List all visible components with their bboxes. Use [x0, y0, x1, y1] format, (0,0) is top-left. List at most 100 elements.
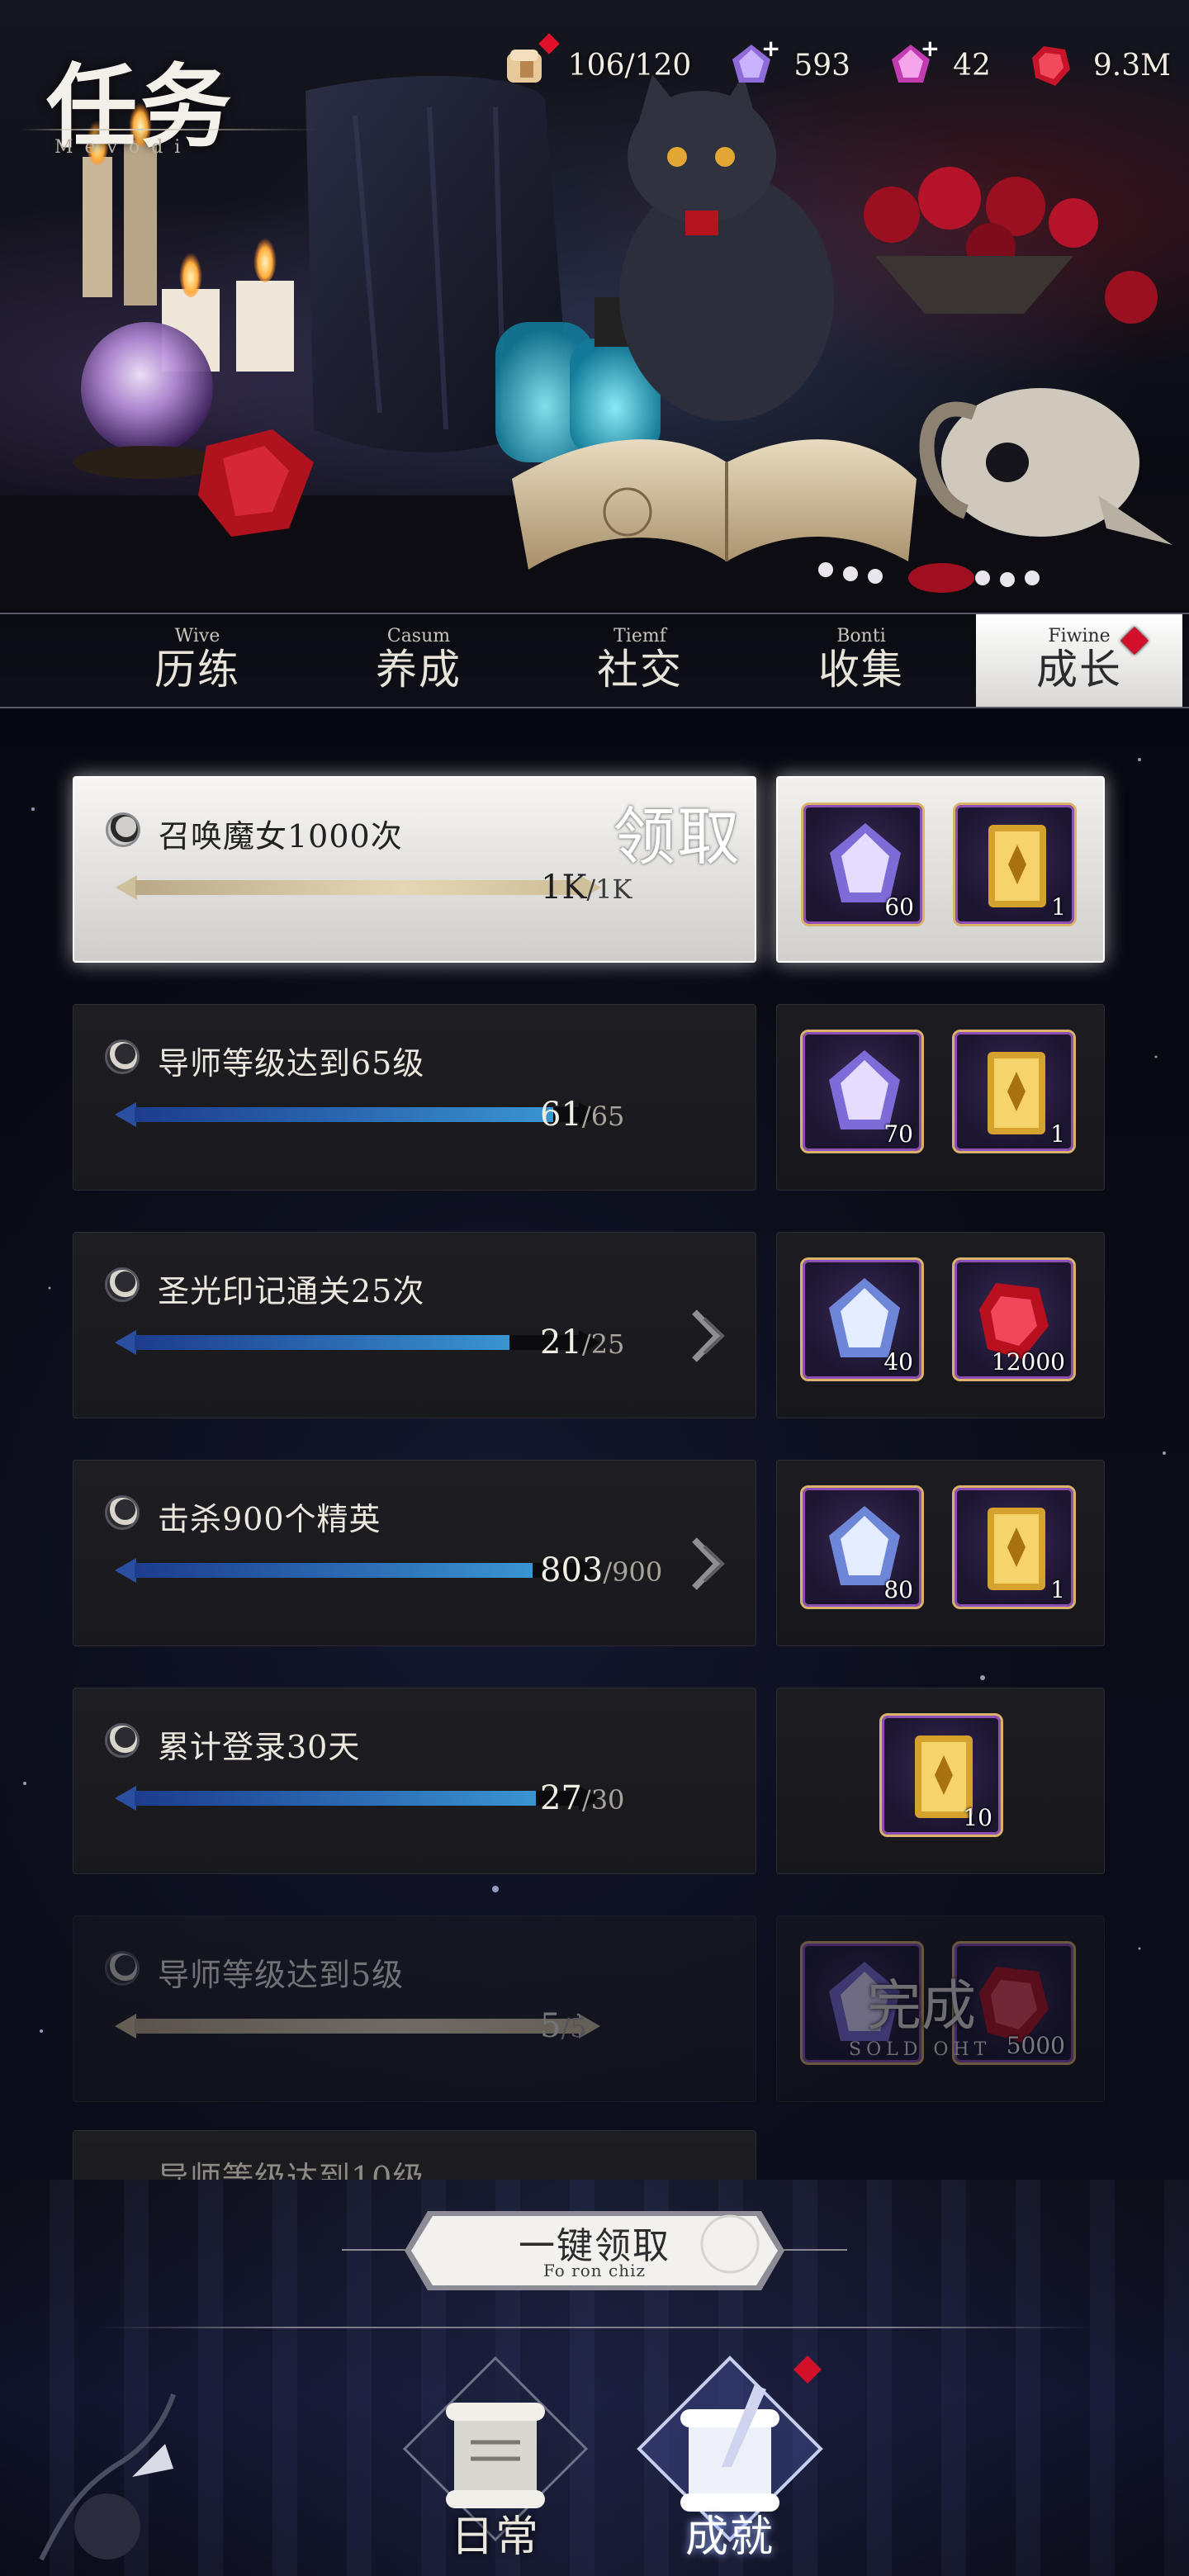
black-cat-figure — [619, 74, 834, 421]
tab-en-label: Wive — [174, 626, 220, 646]
task-name: 击杀900个精英 — [158, 1501, 381, 1537]
reward-item[interactable]: 1 — [952, 1485, 1076, 1609]
currency-bar: 106/120 + 593 + 42 9.3M — [502, 33, 1171, 94]
tab-en-label: Fiwine — [1048, 626, 1111, 646]
task-list[interactable]: 召唤魔女1000次 1K/1K 领取 60 1 导师等级达到65级 61/65 … — [0, 710, 1189, 2180]
nav-achievements[interactable]: 成就 — [631, 2351, 829, 2562]
reward-panel: 80 1 — [776, 1460, 1105, 1646]
currency-value: 9.3M — [1092, 48, 1171, 83]
completed-sub-label: SOLD OHT — [849, 2039, 992, 2060]
progress-count: 27/30 — [540, 1779, 625, 1817]
reward-item[interactable]: 1 — [953, 803, 1077, 926]
task-card: 累计登录30天 27/30 — [73, 1688, 756, 1874]
tab-label: 养成 — [376, 646, 462, 694]
task-card: 召唤魔女1000次 1K/1K 领取 — [73, 776, 756, 963]
task-row[interactable]: 累计登录30天 27/30 10 — [73, 1688, 1105, 1874]
task-card: 圣光印记通关25次 21/25 — [73, 1232, 756, 1418]
task-name: 累计登录30天 — [158, 1729, 361, 1765]
completed-stamp: 完成 SOLD OHT — [776, 1915, 1105, 2102]
reward-qty: 10 — [963, 1804, 992, 1831]
completed-label: 完成 — [867, 1974, 976, 2038]
reward-item[interactable]: 1 — [952, 1030, 1076, 1153]
purple-gem-icon: + — [727, 35, 780, 89]
reward-qty: 40 — [883, 1348, 913, 1376]
reward-item[interactable]: 80 — [800, 1485, 924, 1609]
reward-item[interactable]: 12000 — [952, 1257, 1076, 1381]
task-row[interactable]: 召唤魔女1000次 1K/1K 领取 60 1 — [73, 776, 1105, 963]
reward-qty: 60 — [884, 893, 914, 921]
progress-count: 61/65 — [540, 1096, 625, 1134]
reward-panel: 10 — [776, 1688, 1105, 1874]
claim-button[interactable]: 领取 — [613, 786, 741, 877]
add-icon[interactable]: + — [761, 35, 780, 62]
rose-vine-decoration — [39, 2394, 176, 2561]
currency-value: 593 — [793, 48, 851, 83]
stamina-scroll-icon — [502, 33, 560, 89]
currency-stamina[interactable]: 106/120 — [502, 33, 692, 89]
reward-item[interactable]: 40 — [800, 1257, 924, 1381]
reward-panel: 70 1 — [776, 1004, 1105, 1191]
goto-chevron-icon[interactable] — [686, 1535, 731, 1593]
footer-divider — [99, 2327, 1090, 2328]
progress-bar — [110, 2014, 605, 2039]
progress-bar — [110, 1786, 605, 1811]
currency-pink-gem[interactable]: + 42 — [887, 35, 991, 89]
claim-all-sub-label: Fo ron chiz — [542, 2261, 647, 2280]
task-card: 导师等级达到10级 — [73, 2130, 756, 2180]
progress-bar — [110, 1558, 605, 1583]
currency-purple-gem[interactable]: + 593 — [727, 35, 851, 89]
task-card: 击杀900个精英 803/900 — [73, 1460, 756, 1646]
task-row[interactable]: 击杀900个精英 803/900 80 1 — [73, 1460, 1105, 1646]
task-row[interactable]: 圣光印记通关25次 21/25 40 12000 — [73, 1232, 1105, 1418]
task-card: 导师等级达到5级 5/5 — [73, 1915, 756, 2102]
tab-en-label: Bonti — [836, 626, 886, 646]
progress-count: 21/25 — [540, 1324, 625, 1361]
reward-qty: 1 — [1050, 1120, 1065, 1148]
goto-chevron-icon[interactable] — [686, 1307, 731, 1365]
moon-icon — [106, 812, 140, 847]
task-name: 导师等级达到65级 — [158, 1045, 425, 1082]
currency-value: 106/120 — [567, 48, 692, 83]
tab-label: 收集 — [818, 646, 904, 694]
currency-value: 42 — [953, 48, 991, 83]
moon-icon — [105, 1267, 140, 1302]
reward-qty: 70 — [883, 1120, 913, 1148]
nav-label: 日常 — [450, 2512, 540, 2562]
title-divider — [21, 129, 319, 130]
tab-label: 社交 — [597, 646, 683, 694]
reward-item[interactable]: 10 — [879, 1713, 1003, 1837]
reward-qty: 1 — [1051, 893, 1066, 921]
progress-count: 5/5 — [540, 2007, 587, 2045]
moon-icon — [105, 1951, 140, 1986]
tab-label: 成长 — [1036, 646, 1122, 694]
tab-en-label: Tiemf — [613, 626, 666, 646]
tab-tiemf[interactable]: Tiemf 社交 — [570, 614, 710, 707]
task-name: 圣光印记通关25次 — [158, 1273, 425, 1309]
page-title-block: 任务 Mevodi — [21, 33, 319, 165]
reward-qty: 80 — [883, 1576, 913, 1603]
task-row[interactable]: 导师等级达到65级 61/65 70 1 — [73, 1004, 1105, 1191]
hero-banner: 任务 Mevodi 106/120 + 593 + 42 9.3M — [0, 0, 1189, 611]
page-subtitle: Mevodi — [54, 137, 192, 158]
task-row-partial[interactable]: 导师等级达到10级 — [73, 2130, 1105, 2180]
nav-daily[interactable]: 日常 — [396, 2351, 594, 2562]
add-icon[interactable]: + — [921, 35, 940, 62]
task-row: 导师等级达到5级 5/5 5000 完成 SOLD OHT — [73, 1915, 1105, 2102]
red-crystal-icon — [1027, 41, 1075, 89]
tab-casum[interactable]: Casum 养成 — [348, 614, 489, 707]
reward-panel: 40 12000 — [776, 1232, 1105, 1418]
reward-panel: 60 1 — [776, 776, 1105, 963]
moon-icon — [105, 1495, 140, 1530]
nav-label: 成就 — [685, 2512, 775, 2562]
task-name: 召唤魔女1000次 — [159, 818, 403, 855]
currency-red-crystal[interactable]: 9.3M — [1027, 41, 1171, 89]
progress-bar — [110, 1330, 605, 1355]
progress-bar — [111, 875, 606, 900]
reward-item[interactable]: 70 — [800, 1030, 924, 1153]
reward-item[interactable]: 60 — [801, 803, 925, 926]
tab-wive[interactable]: Wive 历练 — [127, 614, 268, 707]
tab-bonti[interactable]: Bonti 收集 — [791, 614, 931, 707]
tab-fiwine[interactable]: Fiwine 成长 — [976, 614, 1182, 707]
claim-all-button[interactable]: 一键领取 Fo ron chiz — [403, 2208, 786, 2294]
progress-count: 803/900 — [540, 1551, 663, 1589]
